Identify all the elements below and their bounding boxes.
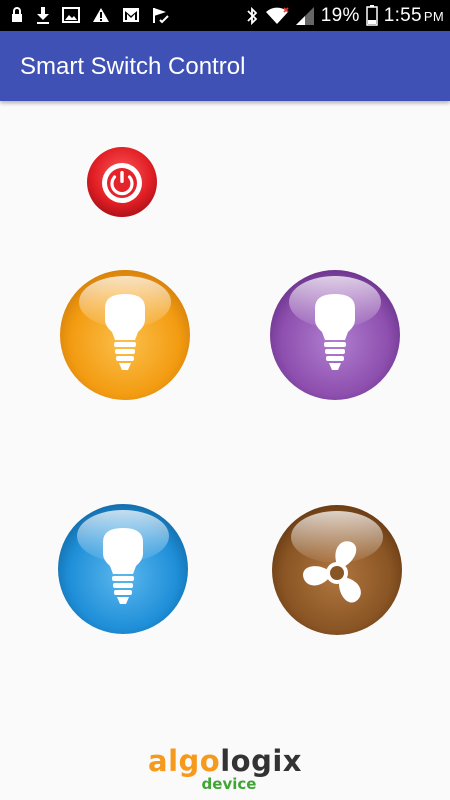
logo-part-logix: logix — [220, 744, 302, 778]
logo-wordmark: algologix — [0, 746, 450, 776]
wifi-icon — [265, 6, 289, 24]
app-bar: Smart Switch Control — [0, 31, 450, 101]
battery-icon — [365, 5, 378, 26]
clock-time: 1:55 — [383, 4, 422, 26]
bulb-icon — [60, 270, 190, 400]
brand-logo: algologix device — [0, 746, 450, 792]
image-icon — [62, 7, 80, 23]
logo-subtitle: device — [201, 775, 257, 793]
fan-switch[interactable] — [270, 503, 404, 637]
notification-icons — [10, 6, 170, 24]
power-button[interactable] — [86, 146, 158, 218]
light-switch-2[interactable] — [268, 268, 402, 402]
warning-icon — [93, 8, 109, 22]
lock-icon — [12, 7, 22, 22]
app-title: Smart Switch Control — [20, 53, 246, 80]
logo-part-algo: algo — [148, 744, 221, 778]
system-icons: 19% 1:55 PM — [245, 2, 444, 29]
clock-ampm: PM — [423, 8, 444, 24]
light-switch-3[interactable] — [56, 502, 190, 636]
flag-check-icon — [153, 8, 169, 24]
clock: 1:55 PM — [384, 5, 444, 27]
bluetooth-icon — [247, 6, 258, 25]
download-icon — [37, 7, 49, 24]
light-switch-1[interactable] — [58, 268, 192, 402]
bulb-icon — [58, 504, 188, 634]
status-bar: 19% 1:55 PM — [0, 0, 450, 31]
fan-icon — [272, 505, 402, 635]
bulb-icon — [270, 270, 400, 400]
battery-percent: 19% — [320, 4, 360, 26]
power-icon — [87, 147, 157, 217]
signal-icon — [295, 6, 314, 25]
gmail-icon — [123, 8, 139, 22]
